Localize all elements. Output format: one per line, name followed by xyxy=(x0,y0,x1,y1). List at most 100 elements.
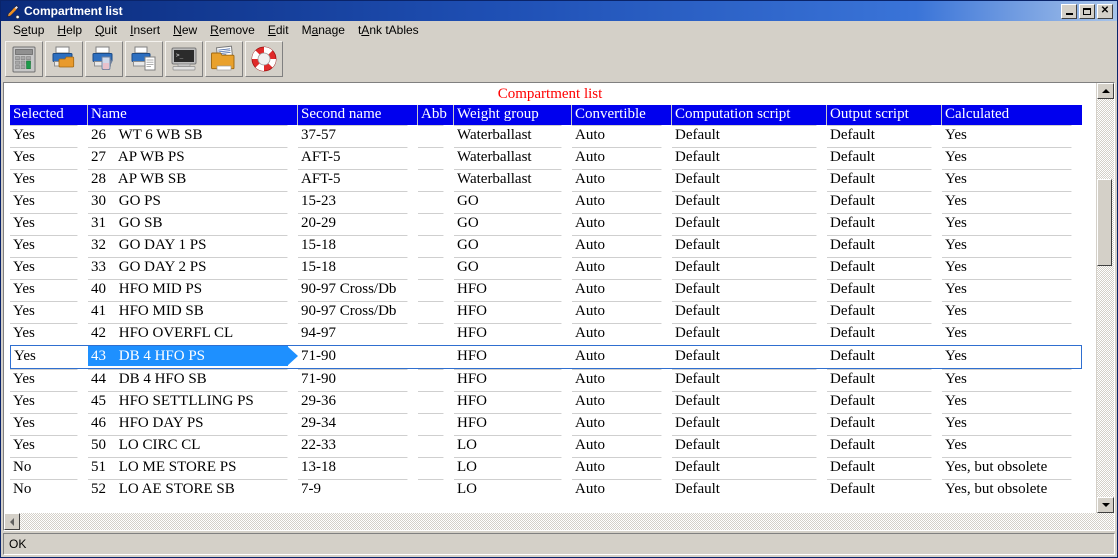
table-row[interactable]: Yes 50 LO CIRC CL 22-33 LO Auto Default Defaul… xyxy=(10,435,1082,457)
cell-selected[interactable]: Yes xyxy=(10,213,88,235)
cell-convert[interactable]: Auto xyxy=(572,301,672,323)
cell-outscript[interactable]: Default xyxy=(827,169,942,191)
menu-setup[interactable]: Setup xyxy=(7,22,51,38)
cell-second[interactable]: 90-97 Cross/Db xyxy=(298,279,418,301)
column-header-abb[interactable]: Abb xyxy=(418,105,454,125)
cell-convert[interactable]: Auto xyxy=(572,345,672,369)
cell-weight[interactable]: HFO xyxy=(454,369,572,391)
cell-second[interactable]: 15-18 xyxy=(298,235,418,257)
calculator-button[interactable] xyxy=(5,40,43,77)
cell-abb[interactable] xyxy=(418,369,454,391)
close-button[interactable]: ✕ xyxy=(1097,3,1113,19)
cell-name[interactable]: 52 LO AE STORE SB xyxy=(88,479,298,501)
cell-second[interactable]: 15-23 xyxy=(298,191,418,213)
cell-weight[interactable]: GO xyxy=(454,213,572,235)
cell-calculated[interactable]: Yes xyxy=(942,147,1082,169)
column-header-convert[interactable]: Convertible xyxy=(572,105,672,125)
cell-second[interactable]: 71-90 xyxy=(298,345,418,369)
cell-calculated[interactable]: Yes xyxy=(942,435,1082,457)
cell-compscript[interactable]: Default xyxy=(672,235,827,257)
cell-calculated[interactable]: Yes xyxy=(942,213,1082,235)
cell-abb[interactable] xyxy=(418,213,454,235)
cell-selected[interactable]: Yes xyxy=(10,169,88,191)
print-open-button[interactable] xyxy=(45,40,83,77)
cell-abb[interactable] xyxy=(418,457,454,479)
cell-convert[interactable]: Auto xyxy=(572,369,672,391)
cell-calculated[interactable]: Yes, but obsolete xyxy=(942,457,1082,479)
minimize-button[interactable] xyxy=(1061,3,1077,19)
horizontal-scroll-track[interactable] xyxy=(20,513,1114,530)
cell-calculated[interactable]: Yes xyxy=(942,369,1082,391)
cell-compscript[interactable]: Default xyxy=(672,435,827,457)
vertical-scroll-thumb[interactable] xyxy=(1097,178,1112,267)
cell-convert[interactable]: Auto xyxy=(572,323,672,345)
cell-convert[interactable]: Auto xyxy=(572,147,672,169)
cell-outscript[interactable]: Default xyxy=(827,435,942,457)
cell-outscript[interactable]: Default xyxy=(827,479,942,501)
menu-new[interactable]: New xyxy=(167,22,204,38)
table-row[interactable]: Yes 28 AP WB SB AFT-5 Waterballast Auto Defau… xyxy=(10,169,1082,191)
vertical-scrollbar[interactable] xyxy=(1096,83,1114,513)
cell-abb[interactable] xyxy=(418,345,454,369)
cell-outscript[interactable]: Default xyxy=(827,457,942,479)
cell-compscript[interactable]: Default xyxy=(672,323,827,345)
cell-calculated[interactable]: Yes xyxy=(942,279,1082,301)
cell-weight[interactable]: HFO xyxy=(454,413,572,435)
cell-calculated[interactable]: Yes xyxy=(942,257,1082,279)
cell-name[interactable]: 32 GO DAY 1 PS xyxy=(88,235,298,257)
cell-compscript[interactable]: Default xyxy=(672,125,827,147)
cell-name[interactable]: 26 WT 6 WB SB xyxy=(88,125,298,147)
cell-selected[interactable]: Yes xyxy=(10,391,88,413)
cell-second[interactable]: 94-97 xyxy=(298,323,418,345)
cell-calculated[interactable]: Yes xyxy=(942,301,1082,323)
cell-abb[interactable] xyxy=(418,257,454,279)
open-folder-button[interactable] xyxy=(205,40,243,77)
cell-abb[interactable] xyxy=(418,323,454,345)
cell-convert[interactable]: Auto xyxy=(572,169,672,191)
cell-abb[interactable] xyxy=(418,301,454,323)
cell-compscript[interactable]: Default xyxy=(672,391,827,413)
column-header-second[interactable]: Second name xyxy=(298,105,418,125)
cell-convert[interactable]: Auto xyxy=(572,125,672,147)
cell-second[interactable]: AFT-5 xyxy=(298,147,418,169)
cell-calculated[interactable]: Yes xyxy=(942,191,1082,213)
cell-selected[interactable]: Yes xyxy=(10,435,88,457)
cell-compscript[interactable]: Default xyxy=(672,479,827,501)
cell-compscript[interactable]: Default xyxy=(672,257,827,279)
cell-compscript[interactable]: Default xyxy=(672,345,827,369)
help-button[interactable] xyxy=(245,40,283,77)
cell-compscript[interactable]: Default xyxy=(672,169,827,191)
cell-second[interactable]: 37-57 xyxy=(298,125,418,147)
cell-compscript[interactable]: Default xyxy=(672,301,827,323)
cell-calculated[interactable]: Yes xyxy=(942,235,1082,257)
cell-weight[interactable]: GO xyxy=(454,235,572,257)
cell-name[interactable]: 51 LO ME STORE PS xyxy=(88,457,298,479)
maximize-button[interactable] xyxy=(1079,3,1095,19)
cell-abb[interactable] xyxy=(418,191,454,213)
cell-outscript[interactable]: Default xyxy=(827,147,942,169)
horizontal-scrollbar[interactable] xyxy=(4,513,1114,530)
cell-abb[interactable] xyxy=(418,147,454,169)
cell-second[interactable]: 90-97 Cross/Db xyxy=(298,301,418,323)
table-row[interactable]: Yes 41 HFO MID SB 90-97 Cross/Db HFO Auto Def… xyxy=(10,301,1082,323)
grid-scroll-viewport[interactable]: Selected Name Second name Abb Weight group Co… xyxy=(4,105,1096,513)
cell-outscript[interactable]: Default xyxy=(827,235,942,257)
cell-abb[interactable] xyxy=(418,391,454,413)
cell-outscript[interactable]: Default xyxy=(827,191,942,213)
scroll-left-button[interactable] xyxy=(4,513,20,530)
cell-outscript[interactable]: Default xyxy=(827,301,942,323)
cell-weight[interactable]: HFO xyxy=(454,301,572,323)
print-tank-button[interactable] xyxy=(85,40,123,77)
cell-name[interactable]: 45 HFO SETTLLING PS xyxy=(88,391,298,413)
column-header-outscript[interactable]: Output script xyxy=(827,105,942,125)
table-row[interactable]: No 52 LO AE STORE SB 7-9 LO Auto Default Defau… xyxy=(10,479,1082,501)
cell-compscript[interactable]: Default xyxy=(672,213,827,235)
cell-second[interactable]: 15-18 xyxy=(298,257,418,279)
cell-name[interactable]: 28 AP WB SB xyxy=(88,169,298,191)
cell-abb[interactable] xyxy=(418,125,454,147)
table-row[interactable]: Yes 31 GO SB 20-29 GO Auto Default Default Yes xyxy=(10,213,1082,235)
cell-selected[interactable]: Yes xyxy=(10,413,88,435)
column-header-weight[interactable]: Weight group xyxy=(454,105,572,125)
cell-second[interactable]: 22-33 xyxy=(298,435,418,457)
cell-weight[interactable]: Waterballast xyxy=(454,169,572,191)
